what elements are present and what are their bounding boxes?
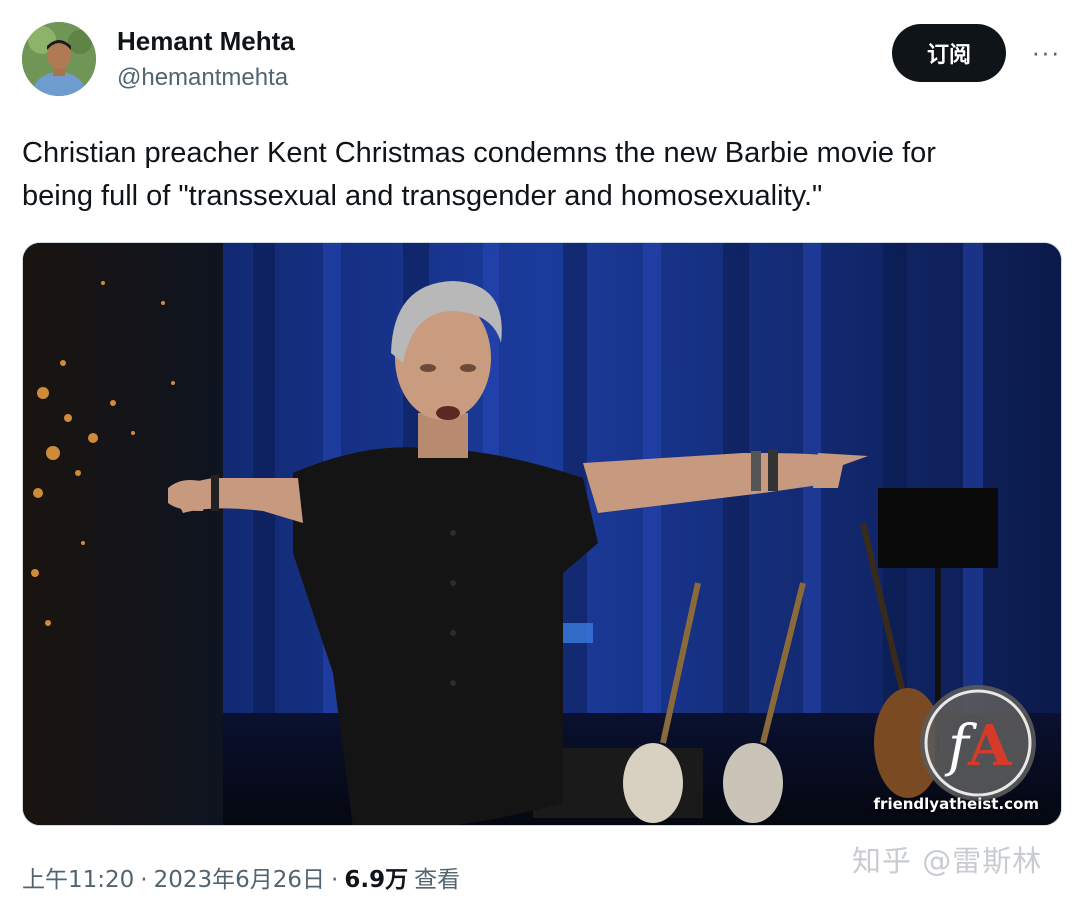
tweet-text: Christian preacher Kent Christmas condem… bbox=[22, 132, 1062, 218]
author-handle[interactable]: @hemantmehta bbox=[117, 64, 288, 92]
tweet-text-line: Christian preacher Kent Christmas condem… bbox=[22, 137, 936, 169]
zhihu-watermark: 知乎 @雷斯林 bbox=[852, 844, 1043, 878]
subscribe-button[interactable]: 订阅 bbox=[892, 24, 1006, 82]
separator: · bbox=[140, 867, 148, 893]
tweet-meta: 上午11:20 · 2023年6月26日 · 6.9万 查看 bbox=[22, 860, 460, 894]
more-options-icon[interactable]: ··· bbox=[1024, 32, 1068, 72]
views-count: 6.9万 bbox=[344, 867, 409, 893]
svg-text:A: A bbox=[967, 713, 1013, 779]
author-name[interactable]: Hemant Mehta bbox=[117, 26, 295, 57]
tweet-date[interactable]: 2023年6月26日 bbox=[154, 860, 325, 894]
tweet-text-line: being full of "transsexual and transgend… bbox=[22, 180, 823, 212]
views-label: 查看 bbox=[414, 867, 461, 893]
tweet-video-thumbnail[interactable]: f A friendlyatheist.com bbox=[22, 242, 1062, 826]
author-avatar[interactable] bbox=[22, 22, 96, 96]
watermark-site-label: friendlyatheist.com bbox=[873, 795, 1039, 813]
tweet-time[interactable]: 上午11:20 bbox=[22, 860, 134, 894]
separator: · bbox=[331, 867, 339, 893]
